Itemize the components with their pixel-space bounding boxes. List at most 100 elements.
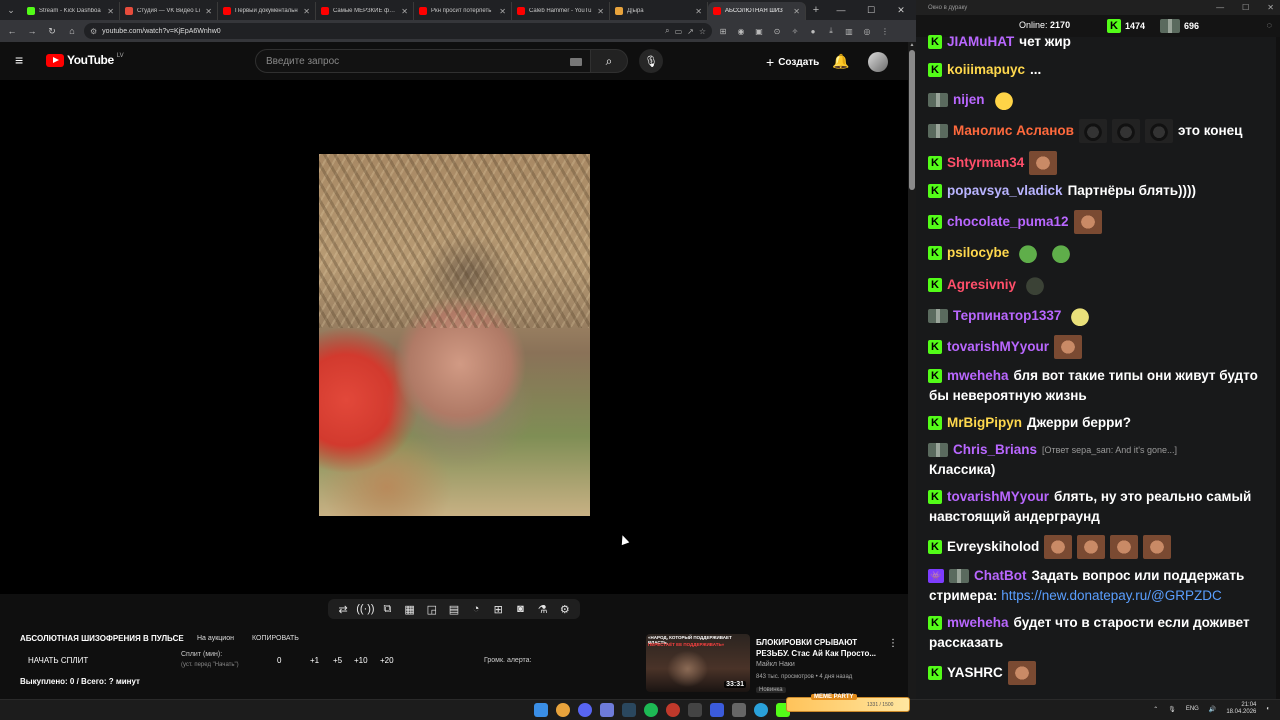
channel-name[interactable]: Майкл Наки (756, 661, 795, 668)
add-frame-icon[interactable]: ⊞ (489, 603, 507, 616)
add-20-button[interactable]: +20 (380, 656, 394, 665)
tab-forums[interactable]: Самые МЕРЗКИЕ фору ✕ (316, 2, 414, 20)
create-button[interactable]: + Создать (758, 51, 827, 73)
obs-icon[interactable] (666, 703, 680, 717)
app-icon[interactable] (600, 703, 614, 717)
film-icon[interactable]: ▤ (445, 603, 463, 616)
menu-dots-icon[interactable]: ⋮ (878, 24, 892, 38)
close-icon[interactable]: ✕ (499, 7, 506, 16)
resize-icon[interactable]: ◲ (423, 603, 441, 616)
close-icon[interactable]: ✕ (303, 7, 310, 16)
page-scrollbar[interactable]: ▲ (908, 42, 916, 699)
tab-kick-dashboard[interactable]: Stream - Kick Dashboa ✕ (22, 2, 120, 20)
tab-active-video[interactable]: АБСОЛЮТНАЯ ШИЗ ✕ (708, 2, 806, 20)
close-icon[interactable]: ✕ (107, 7, 114, 16)
telegram-icon[interactable] (754, 703, 768, 717)
close-window-icon[interactable]: ✕ (1267, 0, 1274, 15)
extensions-puzzle-icon[interactable]: ✧ (788, 24, 802, 38)
video-thumbnail[interactable]: «НАРОД, КОТОРЫЙ ПОДДЕРЖИВАЕТ ВЛАСТЬ, ПЕР… (646, 634, 750, 692)
search-input[interactable]: Введите запрос (255, 49, 595, 73)
settings-gear-icon[interactable]: ⚙ (556, 603, 574, 616)
maximize-icon[interactable]: ☐ (856, 0, 886, 20)
add-5-button[interactable]: +5 (333, 656, 342, 665)
home-icon[interactable]: ⌂ (64, 23, 80, 39)
profile-icon[interactable]: ● (806, 24, 820, 38)
download-icon[interactable]: ⤓ (824, 24, 838, 38)
youtube-logo[interactable]: YouTube LV (46, 53, 124, 67)
minimize-icon[interactable]: — (826, 0, 856, 20)
spotify-icon[interactable] (644, 703, 658, 717)
video-player[interactable] (0, 80, 908, 594)
loop-icon[interactable]: ⇄ (334, 603, 352, 616)
auction-button[interactable]: На аукцион (197, 635, 234, 642)
avatar[interactable] (868, 52, 888, 72)
notification-center-icon[interactable]: ◐ (1266, 706, 1270, 712)
scroll-up-icon[interactable]: ▲ (908, 42, 916, 48)
site-info-icon[interactable]: ⚙ (90, 27, 97, 36)
cast-icon[interactable]: ▭ (675, 27, 683, 36)
add-10-button[interactable]: +10 (354, 656, 368, 665)
maximize-icon[interactable]: ☐ (1242, 0, 1249, 15)
tab-caleb-hammer[interactable]: Caleb Hammer - YouTu ✕ (512, 2, 610, 20)
settings-icon[interactable]: ◌ (1267, 20, 1272, 30)
extension-icon[interactable]: ◉ (734, 24, 748, 38)
app-icon[interactable] (732, 703, 746, 717)
tray-chevron-icon[interactable]: ⌃ (1153, 706, 1158, 713)
screenshot-icon[interactable]: ◙ (511, 603, 529, 615)
discord-icon[interactable] (578, 703, 592, 717)
scrollbar-thumb[interactable] (909, 50, 915, 190)
video-frame[interactable] (319, 154, 590, 516)
forward-icon[interactable]: → (24, 23, 40, 39)
windows-start-icon[interactable] (534, 703, 548, 717)
back-icon[interactable]: ← (4, 23, 20, 39)
zoom-icon[interactable]: ⌕ (665, 26, 669, 36)
keyboard-icon[interactable] (570, 58, 582, 66)
minimize-icon[interactable]: — (1216, 0, 1224, 15)
microphone-icon[interactable]: 🎙 (1168, 706, 1176, 713)
extension-icon[interactable]: ⊞ (716, 24, 730, 38)
media-player-icon[interactable] (710, 703, 724, 717)
chrome-icon[interactable] (556, 703, 570, 717)
more-options-icon[interactable]: ⋮ (888, 638, 898, 649)
search-button[interactable]: ⌕ (590, 49, 628, 73)
tab-vk-studio[interactable]: Студия — VK Видео Li ✕ (120, 2, 218, 20)
add-1-button[interactable]: +1 (310, 656, 319, 665)
flask-icon[interactable]: ⚗ (534, 603, 552, 616)
tab-dyra[interactable]: Д|ыра ✕ (610, 2, 708, 20)
speed-icon[interactable]: ◔ (467, 603, 485, 615)
cinema-icon[interactable]: ⧉ (378, 603, 396, 616)
recommended-video[interactable]: «НАРОД, КОТОРЫЙ ПОДДЕРЖИВАЕТ ВЛАСТЬ, ПЕР… (646, 634, 908, 696)
app-icon[interactable] (688, 703, 702, 717)
language-indicator[interactable]: ENG (1186, 706, 1199, 712)
reload-icon[interactable]: ↻ (44, 23, 60, 39)
tab-rkn[interactable]: Ркн просит потерпеть ✕ (414, 2, 512, 20)
close-icon[interactable]: ✕ (597, 7, 604, 16)
voice-search-button[interactable]: 🎙 (639, 49, 663, 73)
close-icon[interactable]: ✕ (205, 7, 212, 16)
video-title[interactable]: БЛОКИРОВКИ СРЫВАЮТ РЕЗЬБУ. Стас Ай Как П… (756, 637, 888, 659)
extension-icon[interactable]: ▣ (752, 24, 766, 38)
tab-documentary[interactable]: Первый документальн ✕ (218, 2, 316, 20)
close-icon[interactable]: ✕ (793, 7, 800, 16)
audio-wave-icon[interactable]: ((·)) (356, 603, 374, 615)
tab-search-icon[interactable]: ⌄ (0, 0, 22, 20)
split-view-icon[interactable]: ▥ (842, 24, 856, 38)
bookmark-star-icon[interactable]: ☆ (699, 27, 706, 36)
notifications-bell-icon[interactable]: 🔔 (832, 53, 849, 70)
new-tab-icon[interactable]: + (806, 4, 826, 16)
clapperboard-icon[interactable]: ▦ (401, 603, 419, 616)
chat-scrollbar[interactable] (1276, 37, 1280, 699)
share-icon[interactable]: ↗ (687, 27, 694, 36)
start-split-button[interactable]: НАЧАТЬ СПЛИТ (28, 656, 88, 665)
close-icon[interactable]: ✕ (695, 7, 702, 16)
volume-icon[interactable]: 🔊 (1209, 706, 1216, 713)
donate-link[interactable]: https://new.donatepay.ru/@GRPZDC (1001, 588, 1222, 603)
clock[interactable]: 21:04 18.04.2026 (1226, 702, 1256, 716)
extension-icon[interactable]: ⊙ (770, 24, 784, 38)
account-icon[interactable]: ◎ (860, 24, 874, 38)
url-input[interactable]: ⚙ youtube.com/watch?v=KjEpA6Wnhw0 ⌕ ▭ ↗ … (84, 23, 712, 39)
steam-icon[interactable] (622, 703, 636, 717)
copy-button[interactable]: КОПИРОВАТЬ (252, 635, 299, 642)
close-icon[interactable]: ✕ (401, 7, 408, 16)
menu-icon[interactable]: ≡ (15, 53, 31, 67)
